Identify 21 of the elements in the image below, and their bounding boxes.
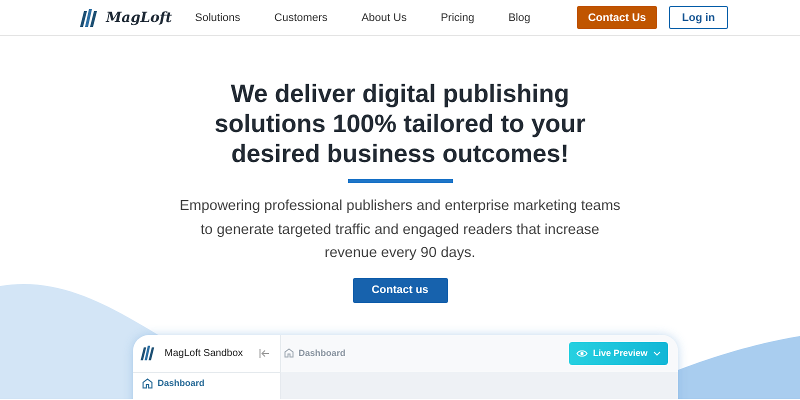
login-button[interactable]: Log in xyxy=(669,6,728,29)
brand-name: MagLoft xyxy=(106,10,172,26)
workspace-name: MagLoft Sandbox xyxy=(164,348,244,358)
nav-link[interactable]: Blog xyxy=(508,12,530,24)
logo-icon xyxy=(78,6,98,28)
home-icon xyxy=(284,348,294,358)
hero-heading: We deliver digital publishing solutions 100% tailored to your desired business outcomes! xyxy=(214,79,586,169)
eye-icon xyxy=(576,348,588,358)
nav-link[interactable]: Solutions xyxy=(195,12,240,24)
chevron-down-icon xyxy=(652,350,660,356)
contact-button[interactable]: Contact Us xyxy=(576,6,657,29)
home-icon xyxy=(142,378,152,388)
nav-link[interactable]: Customers xyxy=(274,12,328,24)
sidebar-item[interactable]: Dashboard xyxy=(132,372,280,394)
hero-subtitle: Empowering professional publishers and enterprise marketing teams to generate targeted traffic and engaged readers that increase revenue every 90 days. xyxy=(178,197,622,263)
nav-link[interactable]: Pricing xyxy=(440,12,474,24)
collapse-icon[interactable] xyxy=(258,348,270,358)
breadcrumb: Dashboard xyxy=(298,348,346,358)
contact-button[interactable]: Contact us xyxy=(352,278,448,302)
nav-link[interactable]: About Us xyxy=(361,12,407,24)
workspace-logo-icon xyxy=(138,344,154,362)
